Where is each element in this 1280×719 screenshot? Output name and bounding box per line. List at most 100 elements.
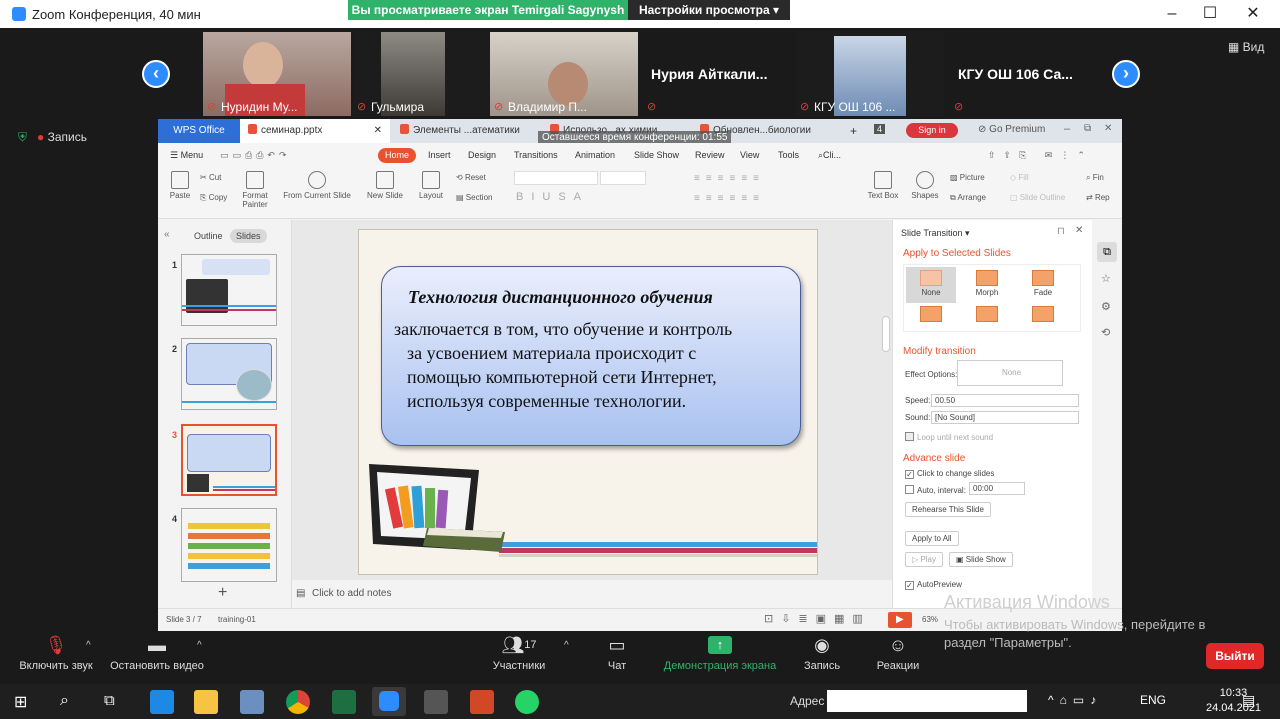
- editor-scrollbar[interactable]: [882, 316, 890, 352]
- transition-option[interactable]: [962, 303, 1012, 331]
- sign-in-button[interactable]: Sign in: [906, 123, 958, 138]
- language-indicator[interactable]: ENG: [1140, 693, 1166, 707]
- tab-tools[interactable]: Tools: [778, 150, 799, 160]
- search-command[interactable]: ⌕Cli...: [818, 150, 841, 161]
- transition-pane-icon[interactable]: ⧉: [1097, 242, 1117, 262]
- stop-video-button[interactable]: ▬ Остановить видео: [108, 636, 206, 672]
- zoom-taskbar-active[interactable]: [372, 687, 406, 716]
- alignment-icons[interactable]: ≡≡≡≡≡≡: [694, 193, 765, 204]
- slide-thumbnail[interactable]: [181, 508, 277, 582]
- replace-button[interactable]: ⇄ Rep: [1086, 193, 1110, 202]
- click-change-checkbox[interactable]: ✓ Click to change slides: [905, 469, 994, 479]
- toolbar-right-icons[interactable]: ⇧⇪⎘ ✉⋮⌃: [988, 150, 1093, 161]
- play-button[interactable]: ▷ Play: [905, 552, 943, 567]
- auto-interval-checkbox[interactable]: Auto, interval:: [905, 485, 966, 495]
- wps-minimize-icon[interactable]: –: [1064, 123, 1070, 135]
- address-input[interactable]: [827, 690, 1027, 712]
- excel-icon[interactable]: [332, 690, 356, 714]
- shapes-button[interactable]: Shapes: [908, 171, 942, 200]
- tab-home[interactable]: Home: [378, 148, 416, 163]
- participants-chevron-icon[interactable]: ^: [564, 640, 569, 651]
- view-settings-button[interactable]: Настройки просмотра ▾: [628, 0, 790, 20]
- loop-checkbox[interactable]: Loop until next sound: [905, 432, 993, 442]
- doc-tab[interactable]: Элементы ...атематики: [392, 119, 542, 143]
- copy-button[interactable]: ⎘ Copy: [200, 193, 227, 203]
- transition-option[interactable]: [906, 303, 956, 331]
- maximize-button[interactable]: ☐: [1198, 4, 1222, 24]
- menu-button[interactable]: ☰ Menu: [170, 150, 203, 161]
- arrange-button[interactable]: ⧉ Arrange: [950, 193, 986, 203]
- reactions-button[interactable]: ☺ Реакции: [873, 636, 923, 672]
- picture-button[interactable]: ▨ Picture: [950, 173, 985, 182]
- font-format-icons[interactable]: BIUSA: [516, 191, 589, 203]
- speed-input[interactable]: 00.50: [931, 394, 1079, 407]
- task-view-icon[interactable]: ⧉: [104, 692, 115, 709]
- rehearse-button[interactable]: Rehearse This Slide: [905, 502, 991, 517]
- tab-slides[interactable]: Slides: [230, 229, 267, 243]
- transition-fade[interactable]: Fade: [1018, 267, 1068, 303]
- find-button[interactable]: ⌕ Fin: [1086, 173, 1104, 183]
- minimize-button[interactable]: –: [1160, 4, 1184, 24]
- windows-start-icon[interactable]: ⊞: [14, 692, 27, 712]
- tab-insert[interactable]: Insert: [428, 150, 451, 160]
- video-options-chevron-icon[interactable]: ^: [197, 640, 202, 651]
- tab-slide-show[interactable]: Slide Show: [634, 150, 679, 160]
- quick-access-icons[interactable]: ▭▭⎙⎙↶↷: [220, 150, 291, 161]
- close-button[interactable]: ✕: [1241, 4, 1265, 24]
- chrome-icon[interactable]: [286, 690, 310, 714]
- wps-office-tab[interactable]: WPS Office: [158, 119, 240, 143]
- cut-button[interactable]: ✂ Cut: [200, 173, 221, 182]
- layout-button[interactable]: Layout: [414, 171, 448, 200]
- participant-tile[interactable]: ⊘ Гульмира: [353, 32, 501, 116]
- file-explorer-icon[interactable]: [194, 690, 218, 714]
- unmute-button[interactable]: 🎙︎ Включить звук: [16, 636, 96, 672]
- new-slide-button[interactable]: New Slide: [364, 171, 406, 200]
- view-mode-icons[interactable]: ⊡⇩≣▣▦▥: [764, 612, 871, 625]
- collapse-pane-icon[interactable]: «: [164, 229, 170, 240]
- participant-tile[interactable]: ⊘ КГУ ОШ 106 ...: [796, 32, 944, 116]
- tab-review[interactable]: Review: [695, 150, 725, 160]
- text-box-button[interactable]: Text Box: [866, 171, 900, 200]
- font-name-select[interactable]: [514, 171, 598, 185]
- new-tab-icon[interactable]: +: [850, 124, 857, 138]
- close-tab-icon[interactable]: ✕: [374, 119, 382, 143]
- tab-count[interactable]: 4: [874, 124, 886, 134]
- paragraph-format-icons[interactable]: ≡≡≡≡≡≡: [694, 173, 765, 184]
- format-painter-button[interactable]: Format Painter: [238, 171, 272, 209]
- next-participants-button[interactable]: ›: [1112, 60, 1140, 88]
- participants-button[interactable]: 👥︎17 Участники: [490, 636, 548, 672]
- font-size-select[interactable]: [600, 171, 646, 185]
- from-current-slide-button[interactable]: From Current Slide: [280, 171, 354, 200]
- whatsapp-icon[interactable]: [515, 690, 539, 714]
- participant-tile[interactable]: ⊘ Владимир П...: [490, 32, 638, 116]
- reset-button[interactable]: ⟲ Reset: [456, 173, 486, 182]
- notifications-icon[interactable]: ▤: [1242, 692, 1255, 709]
- view-button[interactable]: ▦ Вид: [1228, 40, 1264, 54]
- transition-morph[interactable]: Morph: [962, 267, 1012, 303]
- interval-input[interactable]: 00:00: [969, 482, 1025, 495]
- effect-options-select[interactable]: None: [957, 360, 1063, 386]
- participant-tile[interactable]: Нурия Айткали... ⊘: [643, 32, 791, 116]
- record-button[interactable]: ◉ Запись: [800, 636, 844, 672]
- section-button[interactable]: ▤ Section: [456, 193, 492, 202]
- sound-select[interactable]: [No Sound]: [931, 411, 1079, 424]
- lock-icon[interactable]: ⊓: [1057, 226, 1065, 237]
- tray-icons[interactable]: ^⌂▭♪: [1048, 693, 1102, 707]
- tab-animation[interactable]: Animation: [575, 150, 615, 160]
- slide-thumbnail-selected[interactable]: [181, 424, 277, 496]
- wps-restore-icon[interactable]: ⧉: [1084, 123, 1091, 134]
- current-slide[interactable]: Технология дистанционного обучения заклю…: [358, 229, 818, 575]
- add-slide-button[interactable]: +: [218, 584, 227, 602]
- audio-options-chevron-icon[interactable]: ^: [86, 640, 91, 651]
- tab-outline[interactable]: Outline: [194, 231, 223, 241]
- doc-tab[interactable]: семинар.pptx ✕: [240, 119, 390, 143]
- participant-tile[interactable]: КГУ ОШ 106 Са... ⊘: [950, 32, 1098, 116]
- slide-thumbnail[interactable]: [181, 254, 277, 326]
- slide-show-button[interactable]: ▣ Slide Show: [949, 552, 1013, 567]
- transition-none[interactable]: None: [906, 267, 956, 303]
- paste-button[interactable]: Paste: [168, 171, 192, 200]
- history-icon[interactable]: ⟲: [1101, 326, 1110, 339]
- go-premium-link[interactable]: ⊘ Go Premium: [978, 124, 1045, 135]
- tab-transitions[interactable]: Transitions: [514, 150, 558, 160]
- autopreview-checkbox[interactable]: ✓ AutoPreview: [905, 580, 962, 590]
